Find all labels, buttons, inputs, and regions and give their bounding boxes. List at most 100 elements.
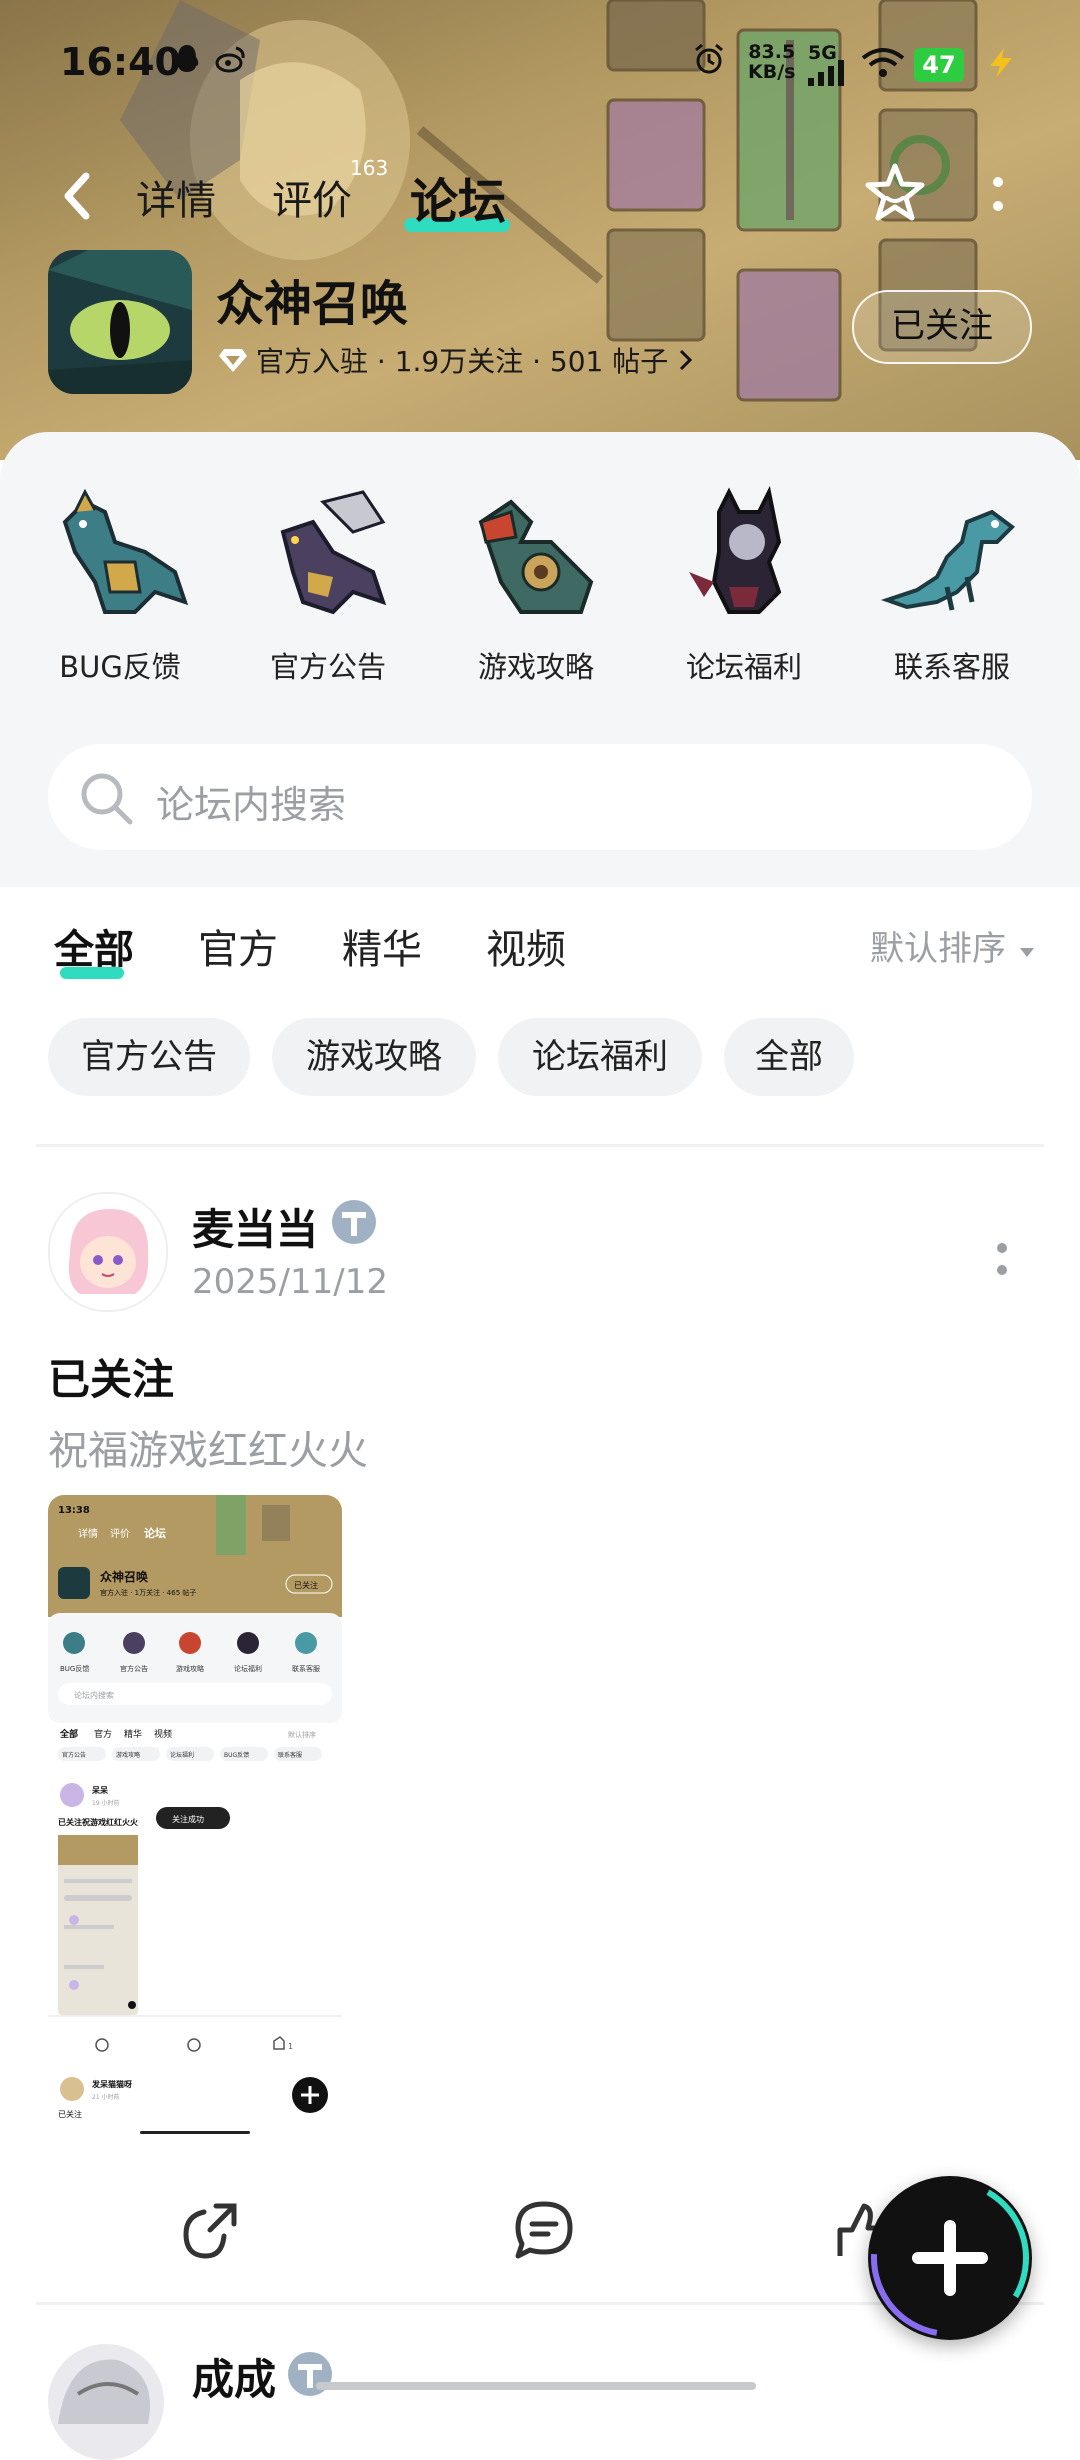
speed-value: 83.5 [748, 41, 796, 63]
thumb-chip: 论坛福利 [170, 1751, 194, 1759]
user-level-badge-icon [332, 1200, 376, 1244]
signal-icon [808, 60, 844, 86]
comment-icon[interactable] [510, 2196, 578, 2264]
qq-icon [175, 45, 199, 72]
battery-indicator: 47 [914, 48, 964, 82]
silver-hair-avatar-icon [58, 2359, 150, 2424]
chip-all[interactable]: 全部 [724, 1018, 854, 1096]
thumb-time-ago2: 21 小时前 [92, 2093, 120, 2101]
sort-dropdown[interactable]: 默认排序 [870, 921, 1037, 970]
post-author[interactable]: 成成 [192, 2346, 276, 2407]
speed-unit: KB/s [748, 61, 796, 83]
tab-reviews[interactable]: 评价 [272, 168, 352, 226]
status-bar: 16:40 83.5 KB/s 5G 47 [0, 0, 1080, 130]
category-label: 官方公告 [269, 650, 386, 684]
back-button[interactable] [52, 166, 102, 226]
post-title: 已关注 [48, 1355, 175, 1404]
thumb-toast: 关注成功 [172, 1814, 204, 1824]
share-icon[interactable] [176, 2196, 244, 2264]
forum-header: 16:40 83.5 KB/s 5G 47 详情 评价 163 论坛 众神召唤 … [0, 0, 1080, 460]
create-post-fab[interactable] [868, 2176, 1032, 2340]
post-body: 祝福游戏红红火火 [48, 1428, 368, 1474]
category-contact-support[interactable]: 联系客服 [852, 482, 1052, 686]
thumb-cat: BUG反馈 [60, 1664, 89, 1673]
charging-icon [990, 48, 1012, 78]
app-info-row: 众神召唤 官方入驻 · 1.9万关注 · 501 帖子 已关注 [0, 250, 1080, 400]
dragon-eye-icon [48, 250, 192, 394]
caret-down-icon [1019, 948, 1034, 957]
filter-tabs: 全部 官方 精华 视频 默认排序 [0, 895, 1080, 995]
post-date: 2025/11/12 [192, 1262, 388, 1302]
thumb-cat: 论坛福利 [234, 1664, 262, 1673]
filter-tab-all[interactable]: 全部 [54, 917, 134, 975]
chip-forum-benefits[interactable]: 论坛福利 [498, 1018, 702, 1096]
avatar[interactable] [48, 1192, 168, 1312]
search-placeholder: 论坛内搜索 [156, 783, 347, 827]
chevron-right-icon [680, 349, 693, 371]
filter-tab-video[interactable]: 视频 [486, 917, 566, 975]
thumb-chip: 官方公告 [62, 1751, 86, 1759]
thumb-chip: 游戏攻略 [116, 1751, 140, 1759]
thumb-meta: 官方入驻 · 1万关注 · 465 帖子 [100, 1588, 196, 1597]
post-author[interactable]: 麦当当 [192, 1196, 318, 1257]
anime-girl-avatar-icon [50, 1194, 166, 1310]
category-label: 论坛福利 [685, 650, 802, 684]
search-icon [81, 773, 133, 825]
thumb-text2: 已关注 [58, 2109, 82, 2119]
thumb-cat: 游戏攻略 [176, 1664, 204, 1673]
thumb-follow: 已关注 [294, 1580, 318, 1590]
thumb-tab: 评价 [110, 1528, 130, 1540]
avatar[interactable] [48, 2344, 164, 2460]
tab-forum[interactable]: 论坛 [410, 162, 506, 232]
category-label: 游戏攻略 [477, 650, 594, 684]
section-divider [36, 1144, 1044, 1147]
app-title: 众神召唤 [216, 276, 409, 332]
thumb-app-name: 众神召唤 [100, 1569, 148, 1584]
thumb-ftab: 全部 [59, 1728, 78, 1740]
dragon-winged-icon [280, 490, 387, 615]
thumb-search: 论坛内搜索 [74, 1690, 114, 1700]
category-game-guide[interactable]: 游戏攻略 [436, 482, 636, 686]
thumb-like-count: 1 [288, 2042, 293, 2051]
category-bug-feedback[interactable]: BUG反馈 [20, 482, 220, 686]
sort-label: 默认排序 [870, 929, 1006, 969]
thumb-cat: 官方公告 [120, 1664, 148, 1673]
forum-search-bar[interactable]: 论坛内搜索 [48, 744, 1032, 850]
thumb-time-ago: 19 小时前 [92, 1799, 120, 1807]
dragon-armored-icon [478, 499, 594, 614]
home-indicator[interactable] [316, 2382, 756, 2390]
thumb-tab: 详情 [78, 1527, 98, 1540]
thumb-chip: BUG反馈 [224, 1751, 249, 1759]
post-image[interactable]: 13:38 详情 评价 论坛 众神召唤 官方入驻 · 1万关注 · 465 帖子… [48, 1495, 342, 2145]
category-panel: BUG反馈 官方公告 游戏攻略 论坛福利 联系客服 论坛内搜索 [0, 432, 1080, 887]
thumb-ftab: 视频 [154, 1728, 172, 1740]
forum-screenshot-thumbnail: 13:38 详情 评价 论坛 众神召唤 官方入驻 · 1万关注 · 465 帖子… [48, 1495, 342, 2145]
forum-post[interactable]: 麦当当 2025/11/12 已关注 祝福游戏红红火火 13:38 详情 评价 … [0, 1150, 1080, 2300]
filter-tab-official[interactable]: 官方 [198, 917, 278, 975]
thumb-sort: 默认排序 [288, 1730, 316, 1739]
thumb-cat: 联系客服 [292, 1664, 320, 1673]
more-options-button[interactable] [980, 170, 1016, 220]
app-meta[interactable]: 官方入驻 · 1.9万关注 · 501 帖子 [218, 340, 696, 380]
thumb-ftab: 官方 [94, 1728, 112, 1740]
category-forum-benefits[interactable]: 论坛福利 [644, 482, 844, 686]
app-icon[interactable] [48, 250, 192, 394]
chip-official-announcement[interactable]: 官方公告 [48, 1018, 250, 1096]
thumb-time: 13:38 [58, 1505, 90, 1516]
category-label: BUG反馈 [59, 650, 181, 684]
thumb-text: 已关注祝游戏红红火火 [58, 1817, 139, 1827]
chip-game-guide[interactable]: 游戏攻略 [272, 1018, 476, 1096]
network-speed: 83.5 KB/s [748, 42, 795, 82]
plus-icon [871, 2179, 1029, 2337]
tab-details[interactable]: 详情 [136, 168, 216, 226]
category-official-announcement[interactable]: 官方公告 [228, 482, 428, 686]
weibo-icon [215, 46, 245, 73]
favorite-star-button[interactable] [862, 160, 928, 226]
user-level-badge-icon [288, 2352, 332, 2396]
post-more-options-button[interactable] [990, 1230, 1014, 1290]
follow-button[interactable]: 已关注 [852, 290, 1032, 364]
dragon-dark-icon [689, 485, 782, 614]
category-label: 联系客服 [893, 650, 1010, 684]
filter-tab-featured[interactable]: 精华 [342, 917, 422, 975]
app-meta-text: 官方入驻 · 1.9万关注 · 501 帖子 [256, 345, 669, 378]
